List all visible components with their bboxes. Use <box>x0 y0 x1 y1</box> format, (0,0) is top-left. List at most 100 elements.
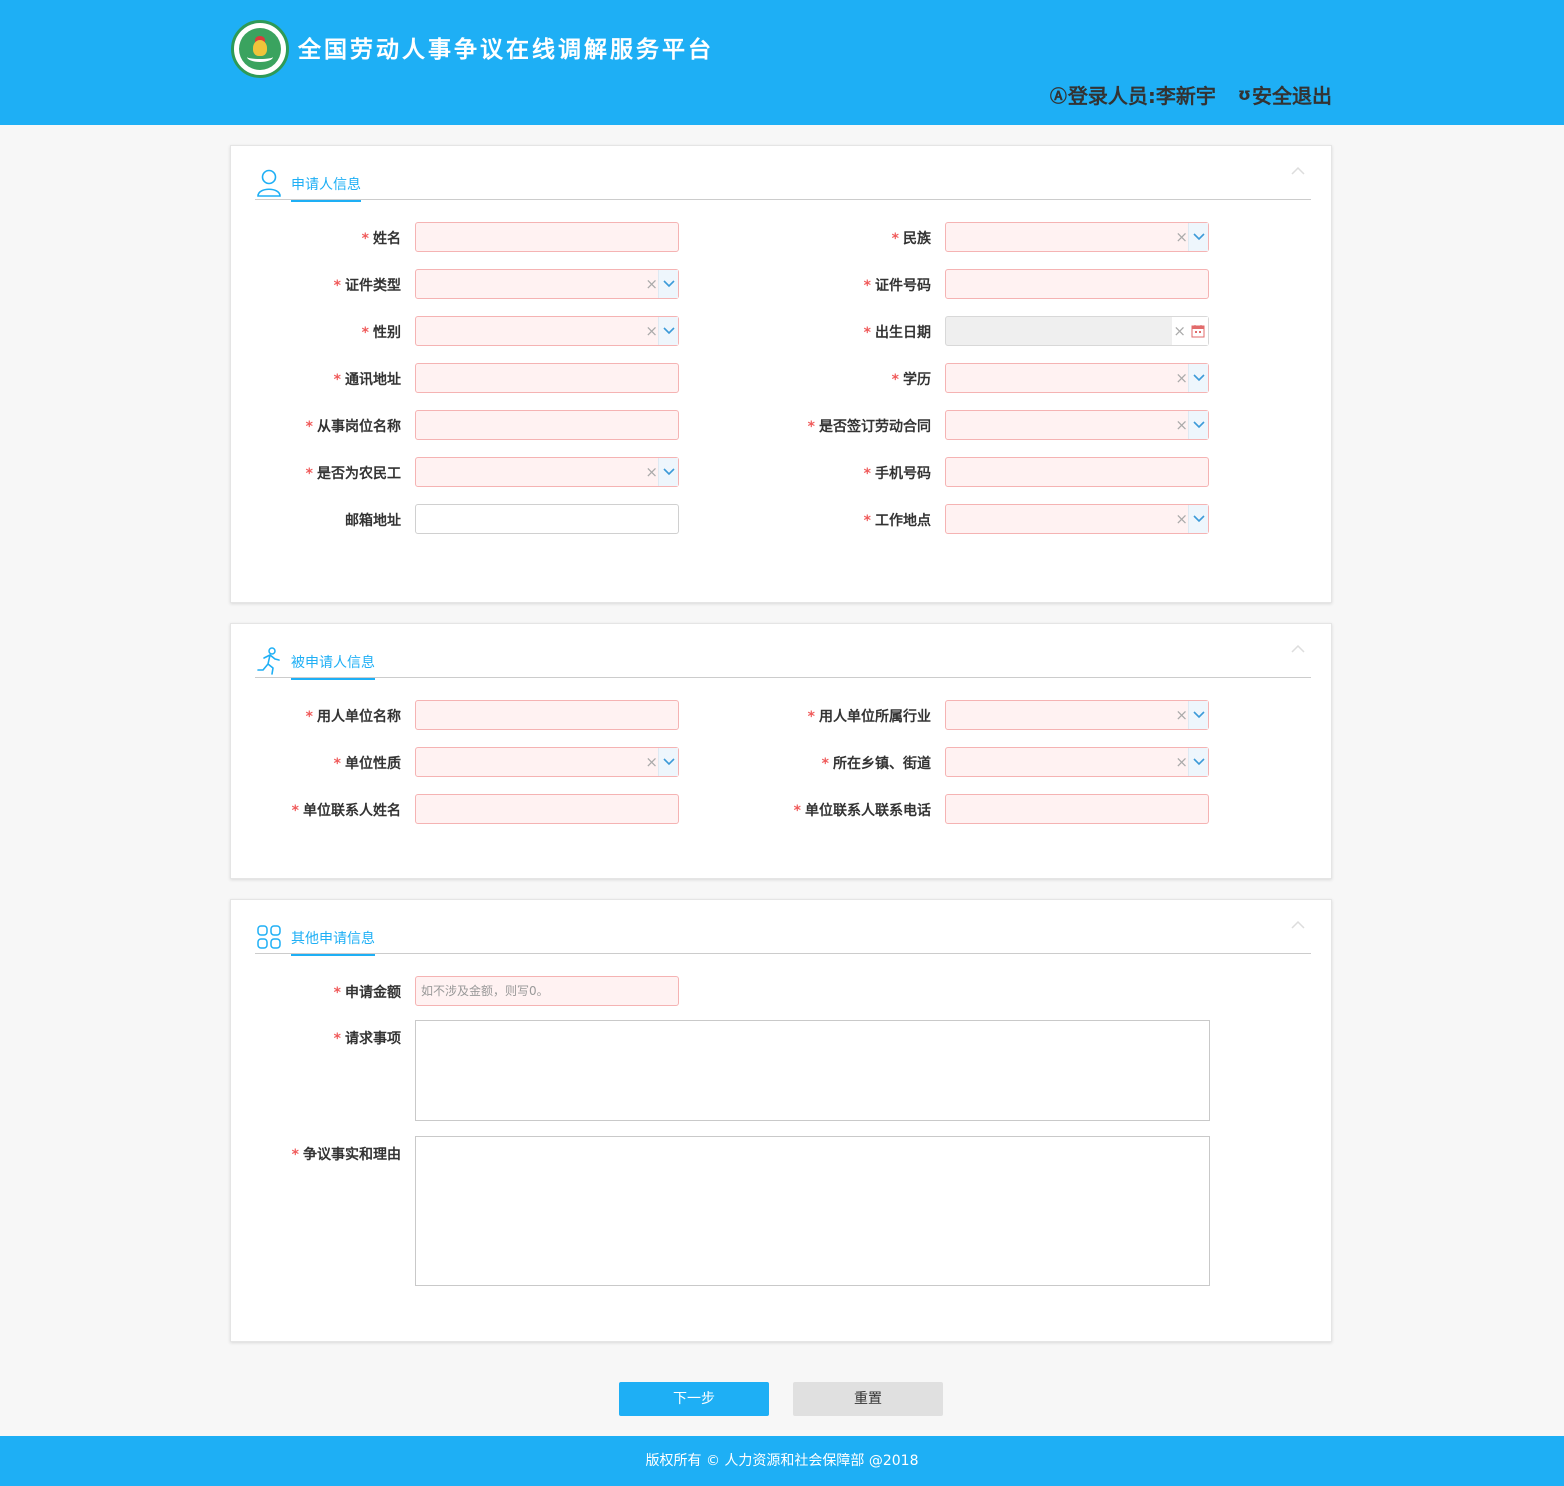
chevron-down-icon[interactable] <box>658 458 678 486</box>
field-label: * 证件类型 <box>333 278 401 294</box>
field-label: * 争议事实和理由 <box>291 1147 401 1163</box>
close-icon[interactable]: × <box>1175 364 1188 392</box>
field-label: * 出生日期 <box>863 325 931 341</box>
form-row: 邮箱地址 <box>231 504 691 534</box>
required-mark: * <box>863 513 871 529</box>
form-row-amount: * 申请金额 如不涉及金额，则写0。 <box>231 976 691 1006</box>
chevron-down-icon[interactable] <box>1188 364 1208 392</box>
collapse-icon[interactable] <box>1291 166 1305 176</box>
required-mark: * <box>793 803 801 819</box>
required-mark: * <box>807 709 815 725</box>
user-area: Ⓐ 登录人员:李新宇 ʊ 安全退出 <box>1050 80 1332 109</box>
select-field[interactable]: × <box>415 269 679 299</box>
select-field[interactable]: × <box>945 363 1209 393</box>
chevron-down-icon[interactable] <box>1188 411 1208 439</box>
select-field[interactable]: × <box>945 504 1209 534</box>
text-input[interactable] <box>945 794 1209 824</box>
date-field[interactable]: × <box>945 316 1209 346</box>
chevron-down-icon[interactable] <box>1188 748 1208 776</box>
collapse-icon[interactable] <box>1291 920 1305 930</box>
close-icon[interactable]: × <box>1175 505 1188 533</box>
required-mark: * <box>891 231 899 247</box>
text-input[interactable] <box>945 269 1209 299</box>
close-icon[interactable]: × <box>645 270 658 298</box>
logout-label: 安全退出 <box>1252 84 1332 108</box>
chevron-down-icon[interactable] <box>1188 505 1208 533</box>
field-label: * 是否为农民工 <box>305 466 401 482</box>
required-mark: * <box>891 372 899 388</box>
close-icon[interactable]: × <box>1173 317 1186 345</box>
footer: 版权所有 © 人力资源和社会保障部 @2018 <box>0 1436 1564 1486</box>
text-input[interactable] <box>415 222 679 252</box>
required-mark: * <box>333 278 341 294</box>
required-mark: * <box>863 278 871 294</box>
required-mark: * <box>291 803 299 819</box>
select-field[interactable]: × <box>415 457 679 487</box>
copyright-text: 版权所有 © 人力资源和社会保障部 @2018 <box>645 1453 919 1469</box>
amount-input[interactable]: 如不涉及金额，则写0。 <box>415 976 679 1006</box>
card-header: 申请人信息 <box>255 168 1311 202</box>
chevron-down-icon[interactable] <box>1188 223 1208 251</box>
close-icon[interactable]: × <box>645 317 658 345</box>
card-title: 被申请人信息 <box>291 652 375 680</box>
chevron-down-icon[interactable] <box>658 270 678 298</box>
required-mark: * <box>333 372 341 388</box>
required-mark: * <box>821 756 829 772</box>
field-label: * 通讯地址 <box>333 372 401 388</box>
calendar-icon[interactable] <box>1191 324 1205 338</box>
close-icon[interactable]: × <box>645 458 658 486</box>
form-row: * 单位联系人联系电话 <box>761 794 1221 824</box>
date-controls: × <box>1172 317 1208 345</box>
required-mark: * <box>863 325 871 341</box>
text-input[interactable] <box>415 504 679 534</box>
close-icon[interactable]: × <box>1175 223 1188 251</box>
field-label: * 申请金额 <box>333 985 401 1001</box>
select-field[interactable]: × <box>945 700 1209 730</box>
required-mark: * <box>807 419 815 435</box>
close-icon[interactable]: × <box>1175 701 1188 729</box>
applicant-info-card: 申请人信息 * 姓名 * 证件类型 × * 性别 × * 通讯地址 * 从事岗位名称 * 是否为农民工 × 邮… <box>230 145 1332 603</box>
select-field[interactable]: × <box>415 747 679 777</box>
text-input[interactable] <box>415 363 679 393</box>
card-header: 其他申请信息 <box>255 922 1311 956</box>
form-row: * 通讯地址 <box>231 363 691 393</box>
text-input[interactable] <box>415 794 679 824</box>
text-input[interactable] <box>945 457 1209 487</box>
close-icon[interactable]: × <box>1175 748 1188 776</box>
form-row: * 用人单位名称 <box>231 700 691 730</box>
select-field[interactable]: × <box>945 222 1209 252</box>
form-row: * 姓名 <box>231 222 691 252</box>
chevron-down-icon[interactable] <box>1188 701 1208 729</box>
select-field[interactable]: × <box>945 410 1209 440</box>
site-title: 全国劳动人事争议在线调解服务平台 <box>298 37 714 63</box>
field-label: * 单位性质 <box>333 756 401 772</box>
field-label: * 工作地点 <box>863 513 931 529</box>
respondent-info-card: 被申请人信息 * 用人单位名称 * 单位性质 × * 单位联系人姓名 * 用人单位所属行业 × * 所… <box>230 623 1332 879</box>
select-field[interactable]: × <box>415 316 679 346</box>
reset-button[interactable]: 重置 <box>793 1382 943 1416</box>
close-icon[interactable]: × <box>645 748 658 776</box>
form-row: * 证件号码 <box>761 269 1221 299</box>
running-person-icon <box>257 647 280 675</box>
top-header: 全国劳动人事争议在线调解服务平台 Ⓐ 登录人员:李新宇 ʊ 安全退出 <box>0 0 1564 125</box>
power-icon: ʊ <box>1237 84 1251 105</box>
facts-textarea[interactable] <box>415 1136 1210 1286</box>
select-field[interactable]: × <box>945 747 1209 777</box>
chevron-down-icon[interactable] <box>658 317 678 345</box>
text-input[interactable] <box>415 700 679 730</box>
required-mark: * <box>333 756 341 772</box>
logout-button[interactable]: ʊ 安全退出 <box>1238 80 1332 109</box>
next-step-button[interactable]: 下一步 <box>619 1382 769 1416</box>
field-label: * 手机号码 <box>863 466 931 482</box>
close-icon[interactable]: × <box>1175 411 1188 439</box>
card-title: 申请人信息 <box>291 174 361 202</box>
field-label: * 单位联系人联系电话 <box>793 803 931 819</box>
text-input[interactable] <box>415 410 679 440</box>
form-row: * 民族 × <box>761 222 1221 252</box>
field-label: * 用人单位所属行业 <box>807 709 931 725</box>
form-row: * 单位联系人姓名 <box>231 794 691 824</box>
required-mark: * <box>863 466 871 482</box>
collapse-icon[interactable] <box>1291 644 1305 654</box>
chevron-down-icon[interactable] <box>658 748 678 776</box>
claims-textarea[interactable] <box>415 1020 1210 1121</box>
